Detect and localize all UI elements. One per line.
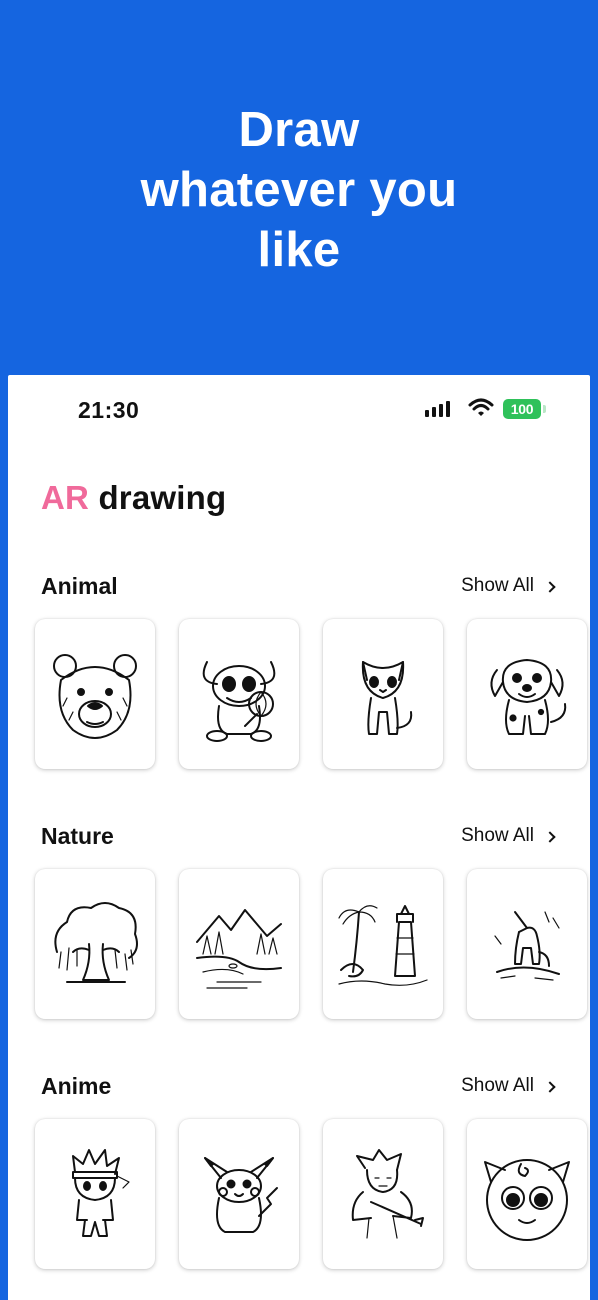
bear-drawing <box>53 654 137 739</box>
mountain-river-drawing <box>196 909 282 989</box>
swordsman-drawing <box>351 1149 424 1239</box>
ninja-boy-drawing <box>72 1149 130 1237</box>
howling-wolf-drawing <box>494 911 560 981</box>
show-all-button[interactable]: Show All <box>461 1075 556 1097</box>
cat-drawing <box>361 661 413 735</box>
card-cat[interactable] <box>323 619 443 769</box>
card-pikachu[interactable] <box>179 1119 299 1269</box>
battery-tip <box>543 405 546 413</box>
app-title-accent: AR <box>41 479 90 516</box>
card-willow-tree[interactable] <box>35 869 155 1019</box>
alien-with-lollipop-drawing <box>202 661 276 742</box>
section-title: Nature <box>41 823 114 849</box>
card-lighthouse[interactable] <box>323 869 443 1019</box>
status-bar: 21:30 100 <box>8 375 590 445</box>
cellular-signal-icon <box>425 401 450 417</box>
willow-tree-drawing <box>54 902 138 983</box>
chevron-right-icon <box>544 580 556 593</box>
card-ninja-boy[interactable] <box>35 1119 155 1269</box>
chevron-right-icon <box>544 830 556 843</box>
section-title: Animal <box>41 573 118 599</box>
phone-screen: 21:30 100 AR drawing Animal Show All Nat… <box>8 375 590 1300</box>
puppy-drawing <box>490 659 567 735</box>
show-all-label: Show All <box>461 575 534 596</box>
wifi-icon <box>468 398 494 416</box>
show-all-button[interactable]: Show All <box>461 825 556 847</box>
show-all-label: Show All <box>461 1075 534 1096</box>
show-all-button[interactable]: Show All <box>461 575 556 597</box>
headline-line-3: like <box>257 223 341 277</box>
show-all-label: Show All <box>461 825 534 846</box>
card-row <box>35 619 587 769</box>
card-row <box>35 1119 587 1269</box>
promo-headline: Draw whatever you like <box>0 100 598 280</box>
card-alien[interactable] <box>179 619 299 769</box>
app-title: AR drawing <box>41 479 226 517</box>
status-time: 21:30 <box>78 397 140 423</box>
card-row <box>35 869 587 1019</box>
round-pink-creature-drawing <box>484 1159 570 1241</box>
card-swordsman[interactable] <box>323 1119 443 1269</box>
lighthouse-drawing <box>338 905 428 986</box>
app-title-rest: drawing <box>89 479 227 516</box>
battery-icon: 100 <box>503 399 541 419</box>
card-wolf[interactable] <box>467 869 587 1019</box>
pikachu-drawing <box>204 1157 278 1233</box>
chevron-right-icon <box>544 1080 556 1093</box>
headline-line-1: Draw <box>238 103 360 157</box>
card-round-creature[interactable] <box>467 1119 587 1269</box>
card-mountain-river[interactable] <box>179 869 299 1019</box>
card-puppy[interactable] <box>467 619 587 769</box>
headline-line-2: whatever you <box>140 163 458 217</box>
card-bear[interactable] <box>35 619 155 769</box>
section-title: Anime <box>41 1073 112 1099</box>
